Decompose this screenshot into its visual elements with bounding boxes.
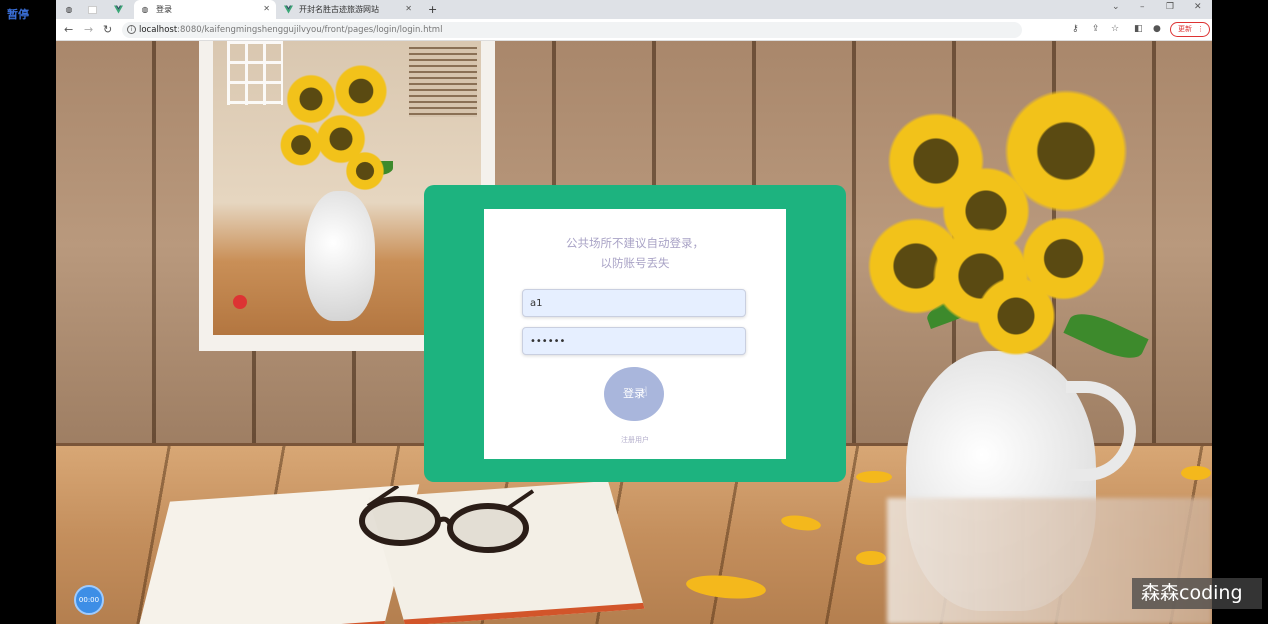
globe-icon: ◍ (141, 5, 149, 14)
hand-cursor-icon: ☝ (640, 385, 648, 400)
eyeglasses (359, 486, 535, 553)
tab-label: 开封名胜古迹旅游网站 (299, 5, 379, 14)
login-panel: 公共场所不建议自动登录，以防账号丢失 登录 ☝ 注册用户 (424, 185, 846, 482)
watermark: 森森coding (1132, 578, 1262, 609)
background-scene: 公共场所不建议自动登录，以防账号丢失 登录 ☝ 注册用户 (56, 41, 1212, 624)
window-blinds (409, 47, 477, 117)
petal (1181, 466, 1211, 480)
tab-pinned-vue[interactable] (114, 0, 130, 19)
side-panel-icon[interactable]: ◧ (1134, 24, 1143, 34)
leaf (1063, 305, 1149, 367)
url-host: localhost (139, 25, 178, 35)
vue-logo-icon (284, 5, 293, 14)
share-icon[interactable]: ⇪ (1092, 24, 1100, 34)
tab-pinned-2[interactable] (88, 0, 108, 19)
browser-window: ◍ ◍ 登录 ✕ 开封名胜古迹旅游网站 ✕ + ⌄ – ❐ ✕ ← → ↻ i … (56, 0, 1212, 624)
close-window-icon[interactable]: ✕ (1194, 2, 1202, 12)
close-tab-icon[interactable]: ✕ (405, 4, 412, 13)
site-info-icon[interactable]: i (127, 25, 136, 34)
close-tab-icon[interactable]: ✕ (263, 4, 270, 13)
url-field[interactable]: i localhost:8080/kaifengmingshenggujilvy… (122, 22, 1022, 38)
tab-site[interactable]: 开封名胜古迹旅游网站 ✕ (278, 0, 418, 19)
tab-pinned-1[interactable]: ◍ (64, 0, 84, 19)
login-tip: 公共场所不建议自动登录，以防账号丢失 (566, 236, 704, 270)
password-input[interactable] (522, 327, 746, 355)
sunflower (277, 121, 325, 169)
sunflower (971, 271, 1061, 361)
tab-login[interactable]: ◍ 登录 ✕ (134, 0, 276, 19)
tab-bar: ◍ ◍ 登录 ✕ 开封名胜古迹旅游网站 ✕ + ⌄ – ❐ ✕ (56, 0, 1212, 19)
more-icon: ⋮ (1197, 25, 1204, 33)
update-button[interactable]: 更新 ⋮ (1170, 22, 1210, 37)
tab-search-icon[interactable]: ⌄ (1112, 2, 1120, 12)
username-input[interactable] (522, 289, 746, 317)
window-panes (227, 41, 283, 105)
tab-label: 登录 (156, 5, 172, 14)
reload-icon[interactable]: ↻ (103, 23, 112, 36)
screen-recording: 暂停 ◍ ◍ 登录 ✕ 开封名胜古迹旅游网站 ✕ + ⌄ – ❐ ✕ ← → ↻… (0, 0, 1268, 624)
register-link[interactable]: 注册用户 (484, 435, 786, 445)
petal (856, 551, 886, 565)
star-icon[interactable]: ☆ (1111, 24, 1119, 34)
new-tab-button[interactable]: + (428, 0, 437, 19)
sunflower (343, 149, 387, 193)
apple (233, 295, 247, 309)
maximize-icon[interactable]: ❐ (1166, 2, 1174, 12)
pause-label[interactable]: 暂停 (7, 6, 29, 22)
login-card: 公共场所不建议自动登录，以防账号丢失 登录 ☝ 注册用户 (484, 209, 786, 459)
key-icon[interactable]: ⚷ (1072, 24, 1079, 34)
vue-logo-icon (114, 5, 123, 14)
forward-icon[interactable]: → (84, 23, 93, 36)
login-button[interactable]: 登录 (604, 367, 664, 421)
recording-timer[interactable]: 00:00 (74, 585, 104, 615)
petal (856, 471, 892, 483)
url-path: :8080/kaifengmingshenggujilvyou/front/pa… (177, 25, 443, 35)
small-vase (305, 191, 375, 321)
back-icon[interactable]: ← (64, 23, 73, 36)
minimize-icon[interactable]: – (1140, 2, 1145, 12)
blank-page-icon (88, 5, 97, 14)
address-bar-row: ← → ↻ i localhost:8080/kaifengmingshengg… (56, 19, 1212, 41)
profile-icon[interactable]: ● (1153, 24, 1161, 34)
globe-icon: ◍ (65, 5, 73, 14)
